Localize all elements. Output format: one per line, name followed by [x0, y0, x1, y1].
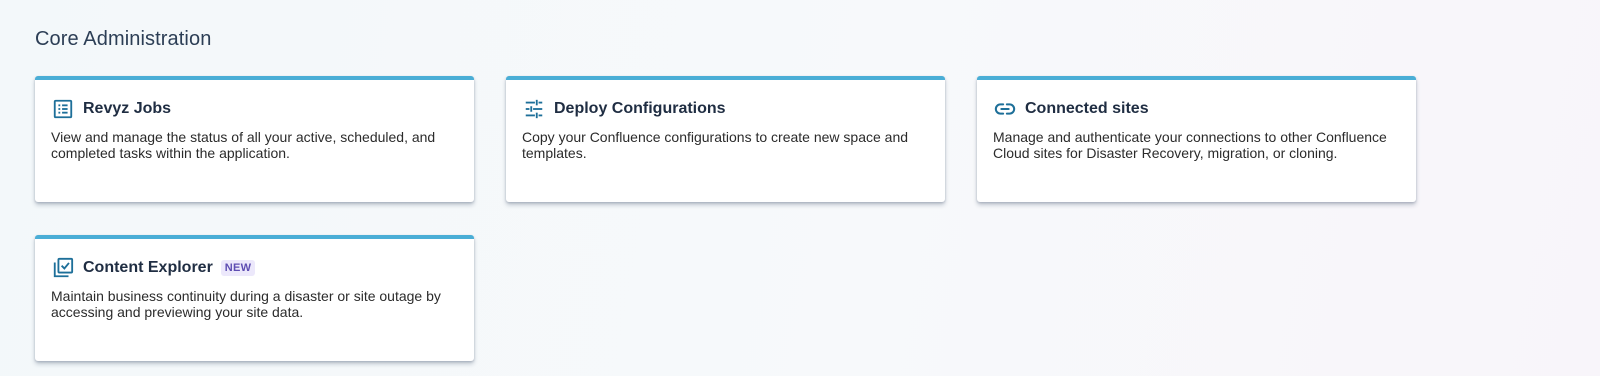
- card-header: Deploy Configurations: [522, 97, 726, 121]
- section-title: Core Administration: [35, 28, 212, 50]
- card-title: Revyz Jobs: [83, 100, 172, 117]
- new-badge: NEW: [220, 260, 256, 276]
- card-connected-sites[interactable]: Connected sites Manage and authenticate …: [977, 76, 1416, 202]
- card-deploy-configurations[interactable]: Deploy Configurations Copy your Confluen…: [506, 76, 945, 202]
- card-description: Copy your Confluence configurations to c…: [522, 129, 909, 161]
- card-description: View and manage the status of all your a…: [51, 129, 436, 161]
- task-list-icon: [51, 97, 75, 121]
- library-check-icon: [51, 256, 75, 280]
- card-title: Content Explorer: [83, 259, 213, 276]
- card-header: Revyz Jobs: [51, 97, 171, 121]
- card-description: Maintain business continuity during a di…: [51, 288, 441, 320]
- card-content-explorer[interactable]: Content Explorer NEW Maintain business c…: [35, 235, 474, 361]
- link-icon: [993, 97, 1017, 121]
- card-header: Connected sites: [993, 97, 1149, 121]
- card-revyz-jobs[interactable]: Revyz Jobs View and manage the status of…: [35, 76, 474, 202]
- sliders-icon: [522, 97, 546, 121]
- card-header: Content Explorer NEW: [51, 256, 256, 280]
- card-title: Deploy Configurations: [554, 100, 726, 117]
- card-description: Manage and authenticate your connections…: [993, 129, 1387, 161]
- card-title: Connected sites: [1025, 100, 1149, 117]
